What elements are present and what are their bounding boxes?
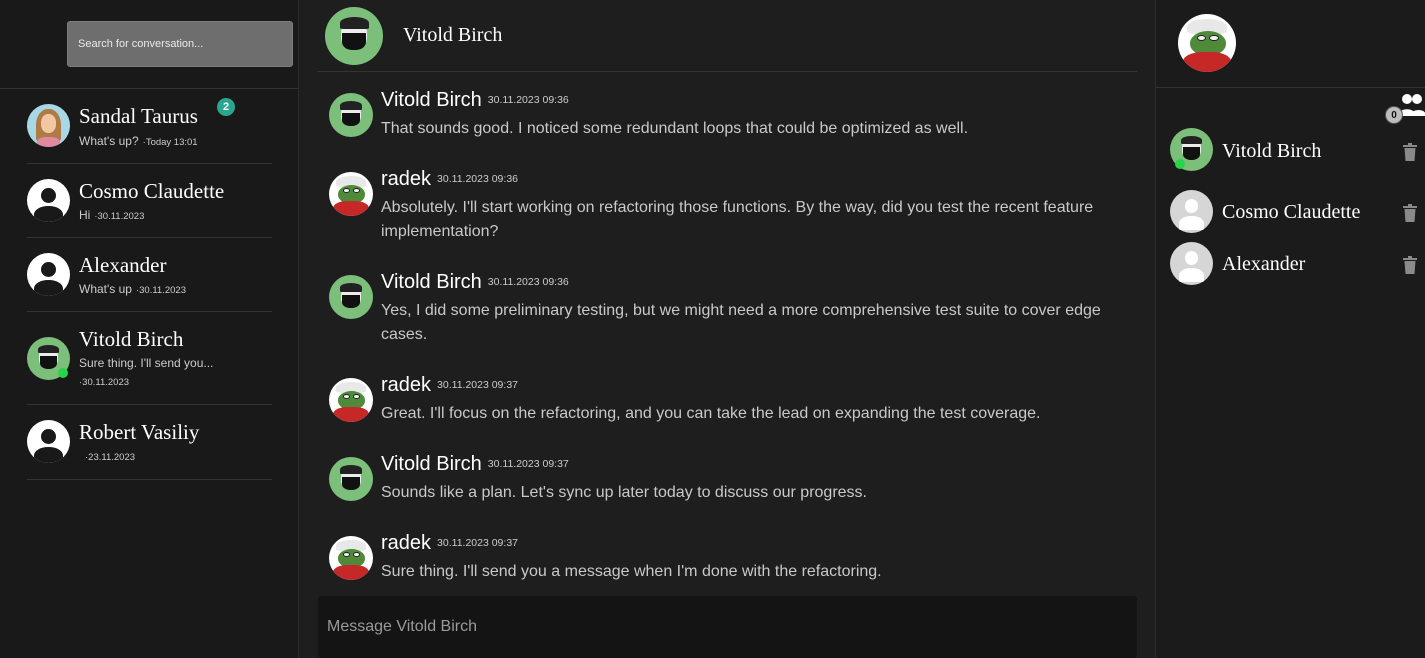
message-time: 30.11.2023 09:37: [437, 379, 518, 391]
message-input[interactable]: [318, 596, 1137, 658]
search-input[interactable]: [67, 21, 293, 67]
default-user-icon: [27, 253, 70, 296]
member-name: Cosmo Claudette: [1222, 201, 1361, 223]
member-item[interactable]: Cosmo Claudette: [1170, 190, 1420, 234]
conversation-item-vitold-birch[interactable]: Vitold Birch Sure thing. I'll send you..…: [27, 312, 272, 405]
message-text: That sounds good. I noticed some redunda…: [381, 120, 969, 137]
conversation-preview: What's up: [79, 282, 132, 296]
trash-icon[interactable]: [1403, 143, 1417, 161]
chat-header: Vitold Birch: [317, 0, 1137, 72]
trash-icon[interactable]: [1403, 204, 1417, 222]
trash-icon[interactable]: [1403, 256, 1417, 274]
message-author: radek: [381, 532, 432, 554]
conversation-name: Vitold Birch: [79, 327, 184, 351]
conversation-name: Cosmo Claudette: [79, 179, 225, 203]
default-user-icon: [27, 179, 70, 222]
conversation-preview: Sure thing. I'll send you...: [79, 356, 214, 370]
search-area: [0, 0, 298, 89]
conversation-name: Robert Vasiliy: [79, 420, 200, 444]
count-badge: 0: [1385, 106, 1403, 124]
message-text: Sure thing. I'll send you a message when…: [381, 563, 882, 580]
members-panel: 0 Vitold Birch Cosmo Claudette Alexander: [1155, 0, 1425, 658]
conversation-item-alexander[interactable]: Alexander What's up ·30.11.2023: [27, 238, 272, 312]
online-indicator: [1175, 159, 1185, 169]
conversation-date: ·Today 13:01: [142, 137, 198, 148]
message-time: 30.11.2023 09:37: [437, 537, 518, 549]
message-author: Vitold Birch: [381, 89, 482, 111]
default-user-icon: [1170, 190, 1213, 233]
conversation-sidebar: Sandal Taurus 2 What's up?·Today 13:01 C…: [0, 0, 299, 658]
member-name: Vitold Birch: [1222, 140, 1322, 162]
conversation-preview: What's up?: [79, 134, 139, 148]
message-avatar: [329, 378, 373, 422]
avatar: [27, 104, 70, 147]
message-avatar: [329, 457, 373, 501]
message-text: Yes, I did some preliminary testing, but…: [381, 302, 1101, 343]
current-user-avatar[interactable]: [1178, 14, 1236, 72]
member-item[interactable]: Vitold Birch: [1170, 128, 1420, 172]
conversation-item-robert-vasiliy[interactable]: Robert Vasiliy ·23.11.2023: [27, 405, 272, 480]
message-author: Vitold Birch: [381, 453, 482, 475]
message-avatar: [329, 93, 373, 137]
conversation-date: ·30.11.2023: [79, 377, 130, 388]
message-text: Absolutely. I'll start working on refact…: [381, 199, 1094, 240]
message-text: Sounds like a plan. Let's sync up later …: [381, 484, 867, 501]
message-avatar: [329, 536, 373, 580]
conversation-date: ·23.11.2023: [85, 452, 136, 463]
conversation-item-sandal-taurus[interactable]: Sandal Taurus 2 What's up? ·Today 13:01: [27, 89, 272, 164]
conversation-preview: Hi: [79, 208, 91, 222]
member-name: Alexander: [1222, 253, 1306, 275]
message-time: 30.11.2023 09:36: [487, 276, 569, 288]
message-author: Vitold Birch: [381, 271, 482, 293]
message-time: 30.11.2023 09:36: [487, 94, 569, 106]
online-indicator: [58, 368, 68, 378]
conversation-date: ·30.11.2023: [135, 285, 186, 296]
message-author: radek: [381, 168, 432, 190]
message-time: 30.11.2023 09:37: [487, 458, 569, 470]
message-text: Great. I'll focus on the refactoring, an…: [381, 405, 1041, 422]
message-avatar: [329, 172, 373, 216]
message-author: radek: [381, 374, 432, 396]
default-user-icon: [27, 420, 70, 463]
divider: [1156, 87, 1425, 88]
chat-title: Vitold Birch: [403, 24, 503, 46]
conversation-name: Sandal Taurus: [79, 104, 198, 128]
message-time: 30.11.2023 09:36: [437, 173, 518, 185]
conversation-date: ·30.11.2023: [94, 211, 145, 222]
chat-avatar[interactable]: [325, 7, 383, 65]
member-item[interactable]: Alexander: [1170, 242, 1420, 286]
conversation-item-cosmo-claudette[interactable]: Cosmo Claudette Hi ·30.11.2023: [27, 164, 272, 238]
message-avatar: [329, 275, 373, 319]
chat-panel: Vitold Birch Vitold Birch 30.11.2023 09:3…: [300, 0, 1155, 658]
unread-badge: 2: [217, 98, 235, 116]
conversation-name: Alexander: [79, 253, 167, 277]
default-user-icon: [1170, 242, 1213, 285]
